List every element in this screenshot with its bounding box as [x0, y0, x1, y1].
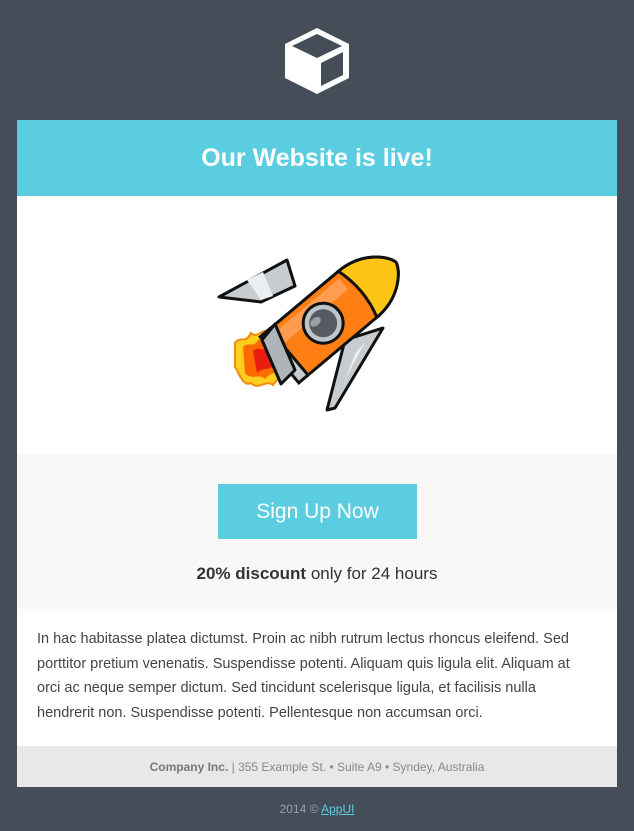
discount-duration: only for 24 hours: [306, 564, 438, 583]
copyright-text: 2014 ©: [279, 802, 322, 816]
hero-header: Our Website is live!: [17, 120, 617, 196]
email-card: Our Website is live! Sign Up Now 20% dis…: [17, 120, 617, 787]
hero-image-area: [17, 196, 617, 454]
body-paragraph: In hac habitasse platea dictumst. Proin …: [17, 609, 617, 746]
company-name: Company Inc.: [149, 759, 229, 774]
cta-section: Sign Up Now 20% discount only for 24 hou…: [17, 454, 617, 609]
copyright-line: 2014 © AppUI: [0, 802, 634, 816]
appui-link[interactable]: AppUI: [321, 802, 354, 816]
discount-amount: 20% discount: [196, 564, 307, 583]
footer: Company Inc. | 355 Example St. • Suite A…: [17, 746, 617, 787]
cube-icon: [285, 28, 349, 94]
company-address: | 355 Example St. • Suite A9 • Syndey, A…: [228, 759, 485, 774]
sign-up-button[interactable]: Sign Up Now: [218, 484, 417, 539]
hero-title: Our Website is live!: [201, 143, 433, 172]
discount-note: 20% discount only for 24 hours: [17, 564, 617, 584]
rocket-illustration: [217, 255, 400, 412]
